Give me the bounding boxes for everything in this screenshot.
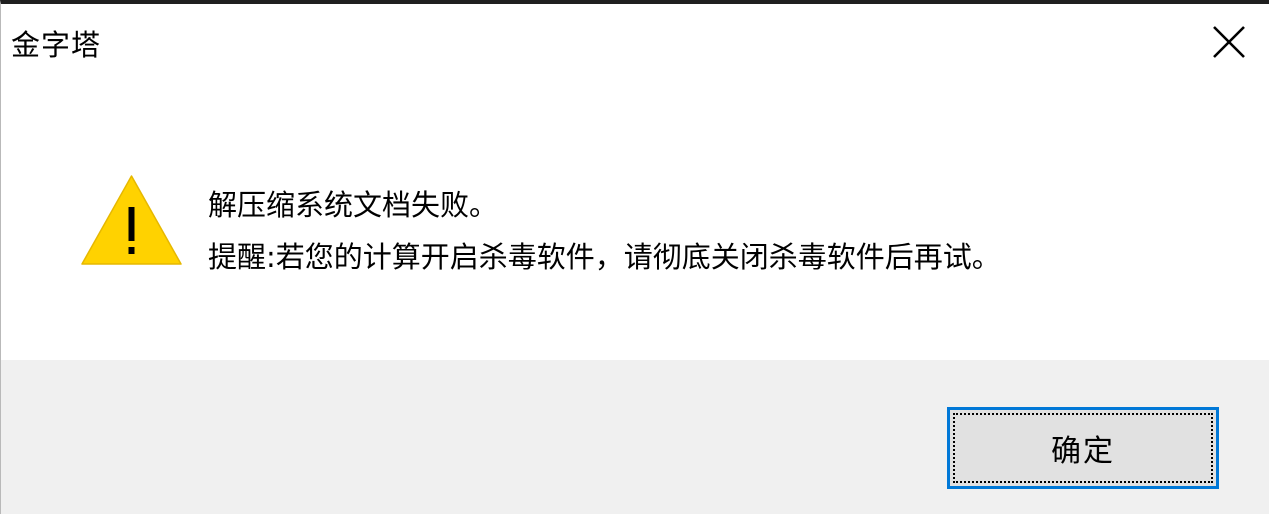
dialog-footer: 确定 (1, 360, 1269, 514)
message-dialog: 金字塔 解压缩系统文档失败。 提醒:若您的计算开启杀毒软件，请彻底关闭杀毒软件后… (0, 0, 1269, 514)
ok-button[interactable]: 确定 (947, 407, 1219, 489)
message-text: 解压缩系统文档失败。 提醒:若您的计算开启杀毒软件，请彻底关闭杀毒软件后再试。 (208, 179, 1001, 283)
warning-icon (80, 174, 183, 266)
dialog-content: 解压缩系统文档失败。 提醒:若您的计算开启杀毒软件，请彻底关闭杀毒软件后再试。 (1, 82, 1269, 360)
ok-button-label: 确定 (953, 413, 1213, 483)
close-icon (1213, 26, 1245, 58)
message-line-2: 提醒:若您的计算开启杀毒软件，请彻底关闭杀毒软件后再试。 (208, 240, 1001, 274)
title-bar: 金字塔 (1, 4, 1269, 82)
close-button[interactable] (1209, 22, 1249, 62)
message-line-1: 解压缩系统文档失败。 (208, 188, 499, 222)
dialog-title: 金字塔 (11, 28, 102, 62)
